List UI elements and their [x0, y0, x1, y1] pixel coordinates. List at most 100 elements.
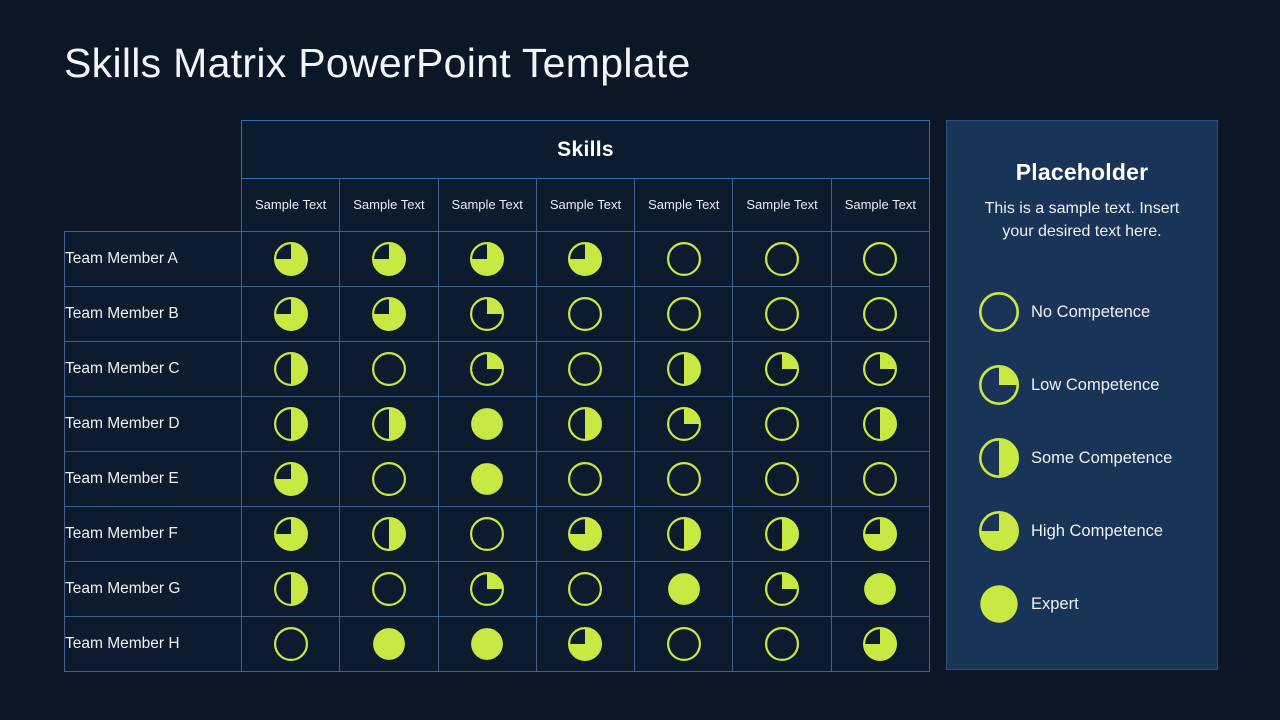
competence-cell[interactable]	[634, 231, 734, 287]
competence-cell[interactable]	[732, 451, 832, 507]
matrix-banner-row: Skills	[65, 120, 930, 179]
no-competence-icon	[537, 462, 634, 496]
team-member-name[interactable]: Team Member E	[64, 451, 242, 507]
competence-cell[interactable]	[437, 616, 537, 672]
low-competence-icon	[733, 352, 830, 386]
competence-cell[interactable]	[634, 561, 734, 617]
competence-cell[interactable]	[732, 286, 832, 342]
competence-cell[interactable]	[339, 451, 439, 507]
competence-cell[interactable]	[240, 451, 341, 507]
high-competence-icon	[439, 242, 536, 276]
skill-column-header-3[interactable]: Sample Text	[437, 178, 537, 232]
team-member-name[interactable]: Team Member A	[64, 231, 242, 287]
skill-column-header-4[interactable]: Sample Text	[535, 178, 636, 232]
no-competence-icon	[242, 627, 339, 661]
some-competence-icon	[967, 437, 1031, 478]
competence-cell[interactable]	[240, 396, 341, 452]
skills-matrix-table: Skills Sample Text Sample Text Sample Text…	[64, 120, 931, 672]
competence-cell[interactable]	[339, 286, 439, 342]
high-competence-icon	[537, 242, 634, 276]
competence-cell[interactable]	[240, 506, 341, 562]
competence-cell[interactable]	[339, 506, 439, 562]
competence-cell[interactable]	[437, 231, 537, 287]
competence-cell[interactable]	[240, 616, 341, 672]
legend-item-label: Expert	[1031, 594, 1079, 613]
competence-cell[interactable]	[535, 286, 636, 342]
competence-cell[interactable]	[339, 396, 439, 452]
competence-cell[interactable]	[535, 231, 636, 287]
legend-item-label: Some Competence	[1031, 448, 1173, 467]
skill-column-header-2[interactable]: Sample Text	[339, 178, 439, 232]
competence-cell[interactable]	[339, 341, 439, 397]
team-member-name[interactable]: Team Member F	[64, 506, 242, 562]
competence-cell[interactable]	[634, 506, 734, 562]
competence-cell[interactable]	[830, 341, 931, 397]
competence-cell[interactable]	[240, 286, 341, 342]
competence-cell[interactable]	[830, 286, 931, 342]
competence-cell[interactable]	[830, 231, 931, 287]
competence-cell[interactable]	[634, 286, 734, 342]
competence-cell[interactable]	[830, 616, 931, 672]
competence-cell[interactable]	[732, 341, 832, 397]
expert-icon	[439, 462, 536, 496]
skill-column-header-5[interactable]: Sample Text	[634, 178, 734, 232]
competence-cell[interactable]	[437, 396, 537, 452]
team-member-name[interactable]: Team Member G	[64, 561, 242, 617]
team-member-name[interactable]: Team Member H	[64, 616, 242, 672]
some-competence-icon	[733, 517, 830, 551]
competence-cell[interactable]	[535, 341, 636, 397]
competence-cell[interactable]	[634, 396, 734, 452]
competence-cell[interactable]	[732, 396, 832, 452]
competence-cell[interactable]	[830, 451, 931, 507]
competence-cell[interactable]	[830, 506, 931, 562]
competence-cell[interactable]	[732, 616, 832, 672]
competence-cell[interactable]	[339, 561, 439, 617]
competence-cell[interactable]	[732, 231, 832, 287]
competence-cell[interactable]	[634, 451, 734, 507]
table-row: Team Member B	[64, 286, 931, 342]
skill-column-header-6[interactable]: Sample Text	[732, 178, 832, 232]
competence-cell[interactable]	[437, 451, 537, 507]
competence-cell[interactable]	[732, 506, 832, 562]
competence-cell[interactable]	[535, 506, 636, 562]
some-competence-icon	[832, 407, 929, 441]
skill-column-header-7[interactable]: Sample Text	[830, 178, 931, 232]
high-competence-icon	[242, 242, 339, 276]
competence-cell[interactable]	[535, 396, 636, 452]
high-competence-icon	[832, 517, 929, 551]
low-competence-icon	[832, 352, 929, 386]
competence-cell[interactable]	[732, 561, 832, 617]
high-competence-icon	[242, 297, 339, 331]
team-member-name[interactable]: Team Member C	[64, 341, 242, 397]
competence-cell[interactable]	[437, 286, 537, 342]
competence-cell[interactable]	[535, 616, 636, 672]
no-competence-icon	[340, 572, 437, 606]
competence-cell[interactable]	[240, 231, 341, 287]
competence-cell[interactable]	[339, 231, 439, 287]
legend-item-label: No Competence	[1031, 302, 1151, 321]
competence-cell[interactable]	[339, 616, 439, 672]
some-competence-icon	[537, 407, 634, 441]
skill-column-header-1[interactable]: Sample Text	[240, 178, 341, 232]
competence-cell[interactable]	[535, 451, 636, 507]
matrix-header: Skills Sample Text Sample Text Sample Text…	[65, 120, 931, 232]
competence-cell[interactable]	[634, 341, 734, 397]
competence-cell[interactable]	[437, 341, 537, 397]
team-member-name[interactable]: Team Member B	[64, 286, 242, 342]
table-row: Team Member E	[64, 451, 931, 507]
legend-title: Placeholder	[1015, 159, 1149, 185]
high-competence-icon	[242, 517, 339, 551]
legend-item-no-competence: No Competence	[967, 275, 1197, 348]
competence-cell[interactable]	[437, 561, 537, 617]
competence-cell[interactable]	[437, 506, 537, 562]
expert-icon	[832, 572, 929, 606]
team-member-name[interactable]: Team Member D	[64, 396, 242, 452]
competence-cell[interactable]	[634, 616, 734, 672]
some-competence-icon	[242, 407, 339, 441]
matrix-body: Team Member A Team Member B Team Member CT…	[64, 231, 931, 672]
competence-cell[interactable]	[535, 561, 636, 617]
competence-cell[interactable]	[830, 396, 931, 452]
competence-cell[interactable]	[240, 341, 341, 397]
competence-cell[interactable]	[830, 561, 931, 617]
competence-cell[interactable]	[240, 561, 341, 617]
